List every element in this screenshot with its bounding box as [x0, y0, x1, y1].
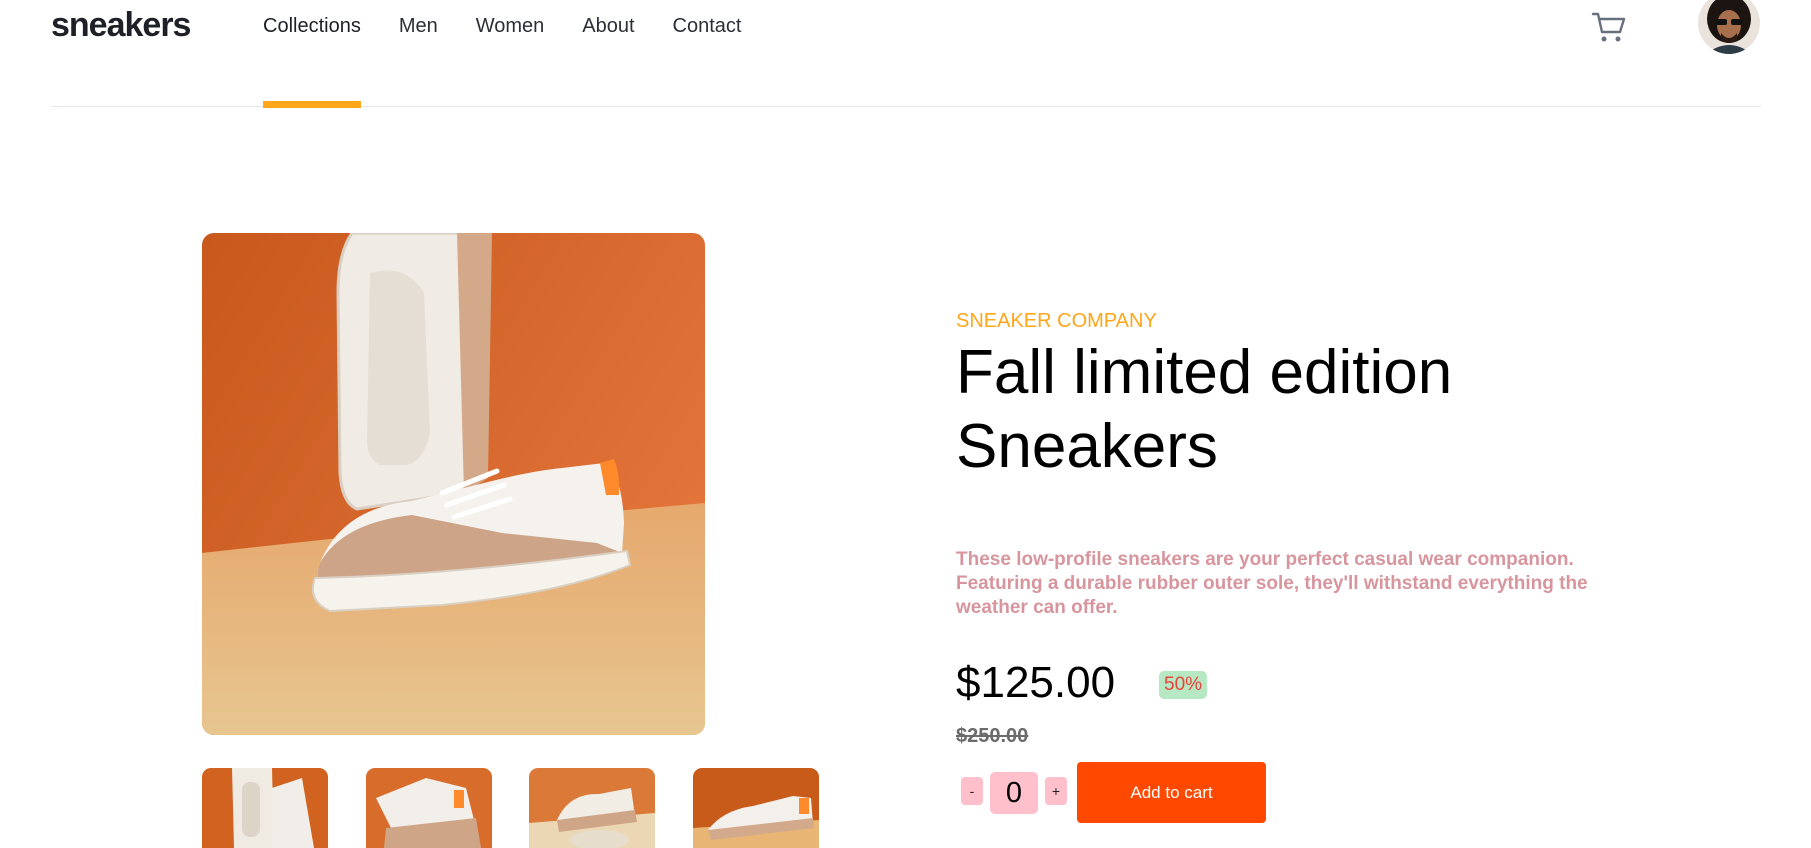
quantity-increase-button[interactable]: +: [1045, 777, 1067, 805]
nav-item-men[interactable]: Men: [399, 0, 438, 106]
site-header: sneakers Collections Men Women About Con…: [51, 0, 1761, 108]
current-price: $125.00: [956, 658, 1116, 707]
nav-item-label: Men: [398, 15, 438, 37]
nav-item-label: Contact: [672, 15, 742, 37]
product-thumbnail-1[interactable]: [202, 768, 328, 848]
add-to-cart-button[interactable]: Add to cart: [1077, 762, 1266, 823]
nav-item-label: Collections: [263, 15, 361, 37]
company-name: SNEAKER COMPANY: [956, 310, 1157, 332]
nav-item-about[interactable]: About: [582, 0, 634, 106]
nav-item-label: About: [582, 15, 635, 37]
thumbnail-strip: [202, 768, 902, 848]
original-price: $250.00: [956, 725, 1029, 747]
product-thumbnail-4[interactable]: [693, 768, 819, 848]
product-thumbnail-2[interactable]: [366, 768, 492, 848]
user-avatar[interactable]: [1698, 0, 1760, 54]
nav-item-label: Women: [475, 15, 545, 37]
product-main-image[interactable]: [202, 233, 705, 735]
active-nav-underline: [263, 101, 361, 108]
product-gallery: [202, 233, 819, 848]
quantity-value: 0: [990, 772, 1038, 814]
nav-item-collections[interactable]: Collections: [263, 0, 361, 108]
discount-badge: 50%: [1159, 671, 1208, 699]
product-description: These low-profile sneakers are your perf…: [956, 549, 1588, 618]
nav-item-contact[interactable]: Contact: [673, 0, 742, 106]
quantity-decrease-button[interactable]: -: [961, 777, 983, 805]
nav-item-women[interactable]: Women: [476, 0, 545, 106]
main-nav: Collections Men Women About Contact: [263, 0, 779, 108]
logo[interactable]: sneakers: [51, 6, 191, 45]
cart-icon[interactable]: [1591, 10, 1627, 44]
product-title: Fall limited edition Sneakers: [956, 338, 1453, 481]
product-thumbnail-3[interactable]: [529, 768, 655, 848]
